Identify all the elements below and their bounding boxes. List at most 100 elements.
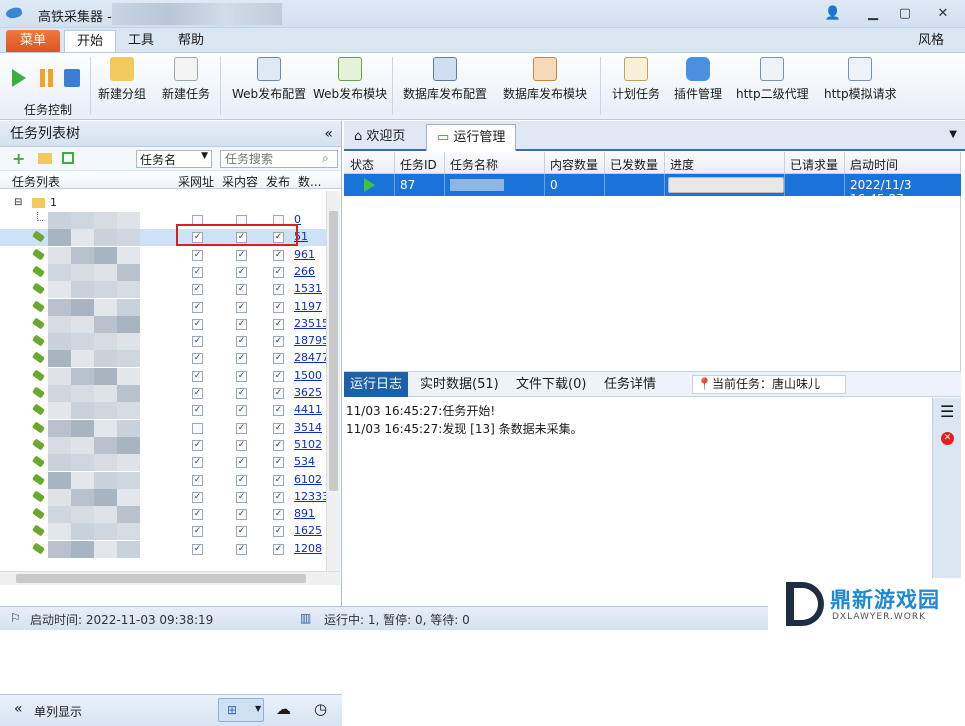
tree-view-button[interactable]: ⊞ ▼ xyxy=(218,698,264,722)
collect-url-checkbox[interactable]: ✓ xyxy=(192,526,203,538)
tree-vertical-scrollbar[interactable] xyxy=(326,191,340,571)
count-link[interactable]: 1625 xyxy=(294,524,322,537)
publish-checkbox[interactable]: ✓ xyxy=(273,526,284,538)
publish-checkbox[interactable]: ✓ xyxy=(273,353,284,365)
play-icon[interactable] xyxy=(12,69,34,87)
publish-checkbox[interactable]: ✓ xyxy=(273,457,284,469)
maximize-button[interactable]: ▢ xyxy=(896,6,914,21)
collect-url-checkbox[interactable]: ✓ xyxy=(192,491,203,503)
single-column-label[interactable]: 单列显示 xyxy=(34,703,82,720)
col-task-name[interactable]: 任务名称 xyxy=(450,156,498,173)
scheduled-task-button[interactable]: 计划任务 xyxy=(612,57,660,102)
count-link[interactable]: 12333 xyxy=(294,490,326,503)
task-search-input[interactable] xyxy=(220,150,338,168)
collect-url-checkbox[interactable]: ✓ xyxy=(192,301,203,313)
scroll-thumb[interactable] xyxy=(329,211,338,491)
list-item[interactable]: ✓ ✓ ✓ 1531 xyxy=(0,281,326,299)
collapse-icon[interactable]: ⊟ xyxy=(14,197,22,208)
db-publish-module-button[interactable]: 数据库发布模块 xyxy=(503,57,587,102)
collect-content-checkbox[interactable]: ✓ xyxy=(236,249,247,261)
list-item[interactable]: ✓ ✓ ✓ 3625 xyxy=(0,385,326,402)
count-link[interactable]: 5102 xyxy=(294,438,322,451)
web-publish-config-button[interactable]: Web发布配置 xyxy=(232,57,306,102)
tree-root[interactable]: ⊟ 1 xyxy=(0,195,326,212)
count-link[interactable]: 534 xyxy=(294,455,315,468)
http-proxy-button[interactable]: http二级代理 xyxy=(736,57,809,102)
col-progress[interactable]: 进度 xyxy=(670,156,694,173)
web-publish-module-button[interactable]: Web发布模块 xyxy=(313,57,387,102)
count-link[interactable]: 18795 xyxy=(294,334,326,347)
col-content-count[interactable]: 内容数量 xyxy=(550,156,598,173)
count-link[interactable]: 891 xyxy=(294,507,315,520)
menu-button[interactable]: 菜单 xyxy=(6,30,60,52)
publish-checkbox[interactable]: ✓ xyxy=(273,388,284,399)
collect-content-checkbox[interactable]: ✓ xyxy=(236,491,247,503)
new-task-button[interactable]: 新建任务 xyxy=(162,57,210,102)
count-link[interactable]: 3625 xyxy=(294,386,322,399)
expand-all-icon[interactable] xyxy=(62,152,74,164)
clock-icon[interactable]: ◷ xyxy=(314,700,327,718)
list-item[interactable]: ✓ ✓ ✓ 5102 xyxy=(0,436,326,454)
collect-url-checkbox[interactable]: ✓ xyxy=(192,318,203,330)
collect-content-checkbox[interactable]: ✓ xyxy=(236,301,247,313)
col-published-count[interactable]: 已发数量 xyxy=(610,156,658,173)
collect-content-checkbox[interactable]: ✓ xyxy=(236,405,247,417)
folder-icon[interactable] xyxy=(38,153,52,164)
collect-content-checkbox[interactable]: ✓ xyxy=(236,388,247,399)
list-item[interactable]: ✓ ✓ ✓ 961 xyxy=(0,246,326,264)
list-item[interactable]: ✓ ✓ ✓ 12333 xyxy=(0,488,326,506)
publish-checkbox[interactable]: ✓ xyxy=(273,422,284,434)
publish-checkbox[interactable]: ✓ xyxy=(273,491,284,503)
count-link[interactable]: 28477 xyxy=(294,351,326,364)
count-link[interactable]: 23515 xyxy=(294,317,326,330)
count-link[interactable]: 1500 xyxy=(294,369,322,382)
scroll-thumb[interactable] xyxy=(16,574,306,583)
collapse-pane-icon[interactable]: « xyxy=(324,121,333,147)
publish-checkbox[interactable]: ✓ xyxy=(273,543,284,555)
list-item[interactable]: ✓ ✓ 3514 xyxy=(0,419,326,437)
list-item[interactable]: ✓ ✓ ✓ 6102 xyxy=(0,471,326,489)
tab-tools[interactable]: 工具 xyxy=(116,30,166,52)
collect-url-checkbox[interactable]: ✓ xyxy=(192,266,203,278)
clear-log-icon[interactable]: ✕ xyxy=(941,432,954,445)
collect-content-checkbox[interactable]: ✓ xyxy=(236,284,247,296)
collect-content-checkbox[interactable]: ✓ xyxy=(236,543,247,555)
tree-horizontal-scrollbar[interactable] xyxy=(0,571,340,585)
collect-content-checkbox[interactable]: ✓ xyxy=(236,370,247,382)
collect-content-checkbox[interactable]: ✓ xyxy=(236,474,247,486)
count-link[interactable]: 1197 xyxy=(294,300,322,313)
list-item[interactable]: ✓ ✓ ✓ 1625 xyxy=(0,523,326,541)
collect-content-checkbox[interactable]: ✓ xyxy=(236,422,247,434)
collect-content-checkbox[interactable]: ✓ xyxy=(236,439,247,451)
col-start-time[interactable]: 启动时间 xyxy=(850,156,898,173)
list-item[interactable]: ✓ ✓ ✓ 4411 xyxy=(0,402,326,420)
list-item[interactable]: ✓ ✓ ✓ 1197 xyxy=(0,298,326,316)
tab-welcome[interactable]: ⌂ 欢迎页 xyxy=(344,124,415,151)
tab-start[interactable]: 开始 xyxy=(64,30,117,52)
list-item[interactable]: ✓ ✓ ✓ 891 xyxy=(0,506,326,524)
tab-list-dropdown-icon[interactable]: ▼ xyxy=(949,129,957,140)
http-simulate-button[interactable]: http模拟请求 xyxy=(824,57,897,102)
collect-content-checkbox[interactable]: ✓ xyxy=(236,526,247,538)
col-collect-content[interactable]: 采内容 xyxy=(222,173,258,190)
collect-url-checkbox[interactable]: ✓ xyxy=(192,336,203,348)
collect-content-checkbox[interactable]: ✓ xyxy=(236,318,247,330)
pause-icon[interactable] xyxy=(40,69,45,87)
double-left-icon[interactable]: « xyxy=(14,701,23,717)
stop-icon[interactable] xyxy=(64,69,80,87)
collect-content-checkbox[interactable]: ✓ xyxy=(236,509,247,521)
count-link[interactable]: 6102 xyxy=(294,473,322,486)
list-item[interactable]: ✓ ✓ ✓ 1208 xyxy=(0,540,326,558)
close-button[interactable]: ✕ xyxy=(934,6,952,21)
table-row[interactable]: 87 0 2022/11/3 16:45:27 xyxy=(344,174,961,206)
tab-task-details[interactable]: 任务详情 xyxy=(598,372,662,397)
publish-checkbox[interactable]: ✓ xyxy=(273,301,284,313)
tab-help[interactable]: 帮助 xyxy=(166,30,216,52)
col-task-id[interactable]: 任务ID xyxy=(400,156,437,173)
tab-run-log[interactable]: 运行日志 xyxy=(344,372,409,397)
collect-content-checkbox[interactable]: ✓ xyxy=(236,353,247,365)
list-item[interactable]: ✓ ✓ ✓ 18795 xyxy=(0,333,326,351)
list-item[interactable]: ✓ ✓ ✓ 23515 xyxy=(0,315,326,333)
collect-url-checkbox[interactable]: ✓ xyxy=(192,457,203,469)
collect-content-checkbox[interactable]: ✓ xyxy=(236,336,247,348)
